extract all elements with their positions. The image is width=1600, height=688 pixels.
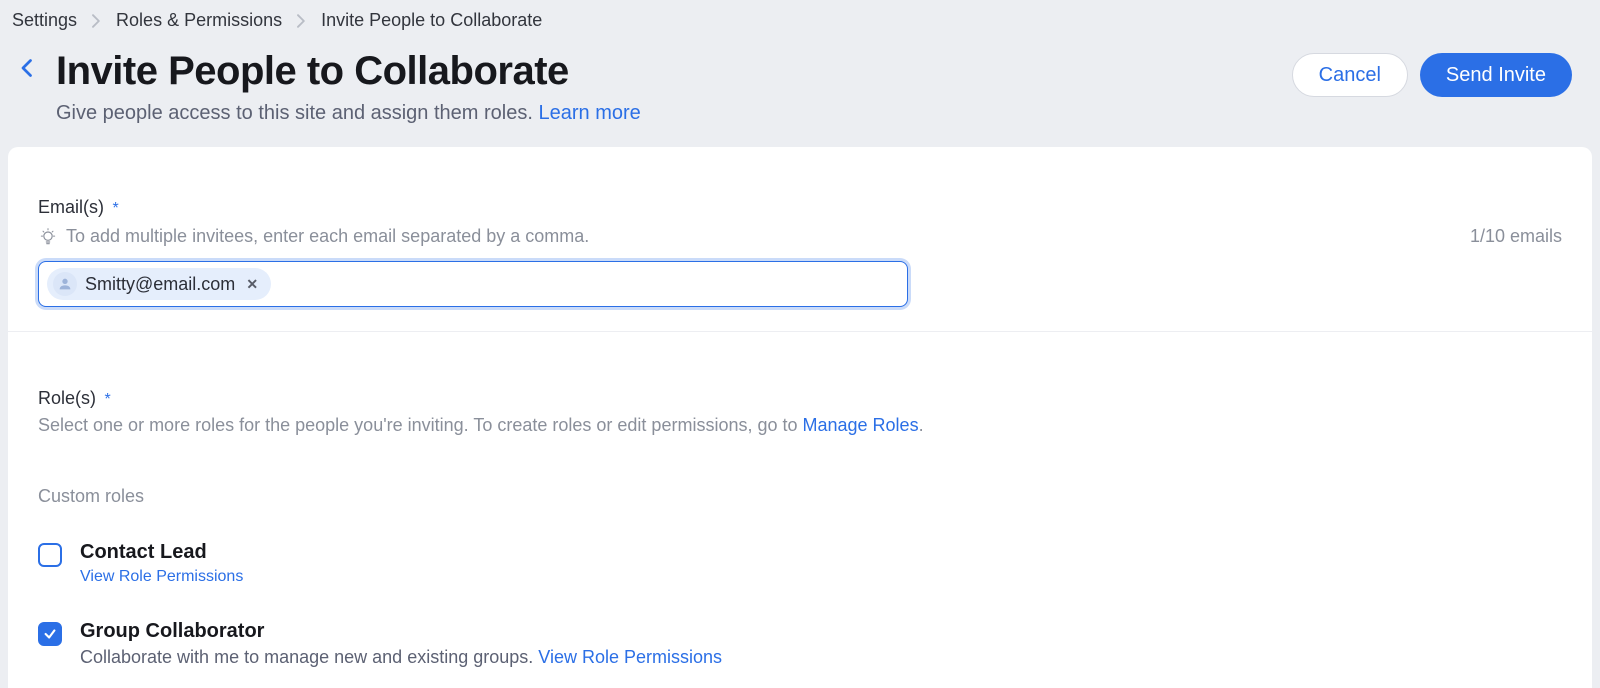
required-mark: * — [112, 200, 118, 217]
learn-more-link[interactable]: Learn more — [538, 102, 640, 124]
breadcrumb-current: Invite People to Collaborate — [321, 10, 542, 31]
required-mark: * — [104, 391, 110, 408]
emails-count: 1/10 emails — [1402, 226, 1562, 247]
remove-email-icon[interactable]: ✕ — [243, 275, 261, 293]
role-item-contact-lead: Contact Lead View Role Permissions — [38, 541, 1562, 586]
emails-section: Email(s) * To add multiple invitees, ent… — [38, 197, 1562, 307]
emails-hint: To add multiple invitees, enter each ema… — [66, 226, 589, 247]
emails-label: Email(s) — [38, 197, 104, 217]
breadcrumb-roles-permissions[interactable]: Roles & Permissions — [116, 10, 282, 31]
lightbulb-icon — [38, 227, 58, 247]
roles-desc-suffix: . — [919, 415, 924, 435]
form-card: Email(s) * To add multiple invitees, ent… — [8, 147, 1592, 688]
manage-roles-link[interactable]: Manage Roles — [803, 415, 919, 435]
breadcrumb: Settings Roles & Permissions Invite Peop… — [0, 0, 1600, 31]
page-title: Invite People to Collaborate — [56, 49, 1292, 94]
send-invite-button[interactable]: Send Invite — [1420, 53, 1572, 97]
breadcrumb-settings[interactable]: Settings — [12, 10, 77, 31]
roles-label: Role(s) — [38, 388, 96, 408]
role-item-group-collaborator: Group Collaborator Collaborate with me t… — [38, 620, 1562, 668]
role-desc: Collaborate with me to manage new and ex… — [80, 647, 538, 667]
view-role-permissions-link[interactable]: View Role Permissions — [538, 647, 722, 667]
custom-roles-heading: Custom roles — [38, 486, 1562, 507]
role-checkbox[interactable] — [38, 543, 62, 567]
chevron-right-icon — [296, 14, 307, 28]
email-chip-text: Smitty@email.com — [85, 274, 235, 295]
cancel-button[interactable]: Cancel — [1292, 53, 1408, 97]
email-chip: Smitty@email.com ✕ — [47, 268, 271, 300]
back-button[interactable] — [8, 49, 44, 77]
subtitle-text: Give people access to this site and assi… — [56, 102, 538, 124]
roles-desc-text: Select one or more roles for the people … — [38, 415, 803, 435]
emails-text-input[interactable] — [271, 270, 899, 299]
user-icon — [53, 272, 77, 296]
role-checkbox[interactable] — [38, 622, 62, 646]
emails-input[interactable]: Smitty@email.com ✕ — [38, 261, 908, 307]
page-subtitle: Give people access to this site and assi… — [56, 102, 1292, 125]
page-header: Invite People to Collaborate Give people… — [0, 31, 1600, 147]
role-name: Group Collaborator — [80, 620, 722, 643]
role-name: Contact Lead — [80, 541, 243, 564]
view-role-permissions-link[interactable]: View Role Permissions — [80, 568, 243, 585]
roles-description: Select one or more roles for the people … — [38, 415, 1562, 436]
roles-section: Role(s) * Select one or more roles for t… — [38, 332, 1562, 668]
chevron-right-icon — [91, 14, 102, 28]
